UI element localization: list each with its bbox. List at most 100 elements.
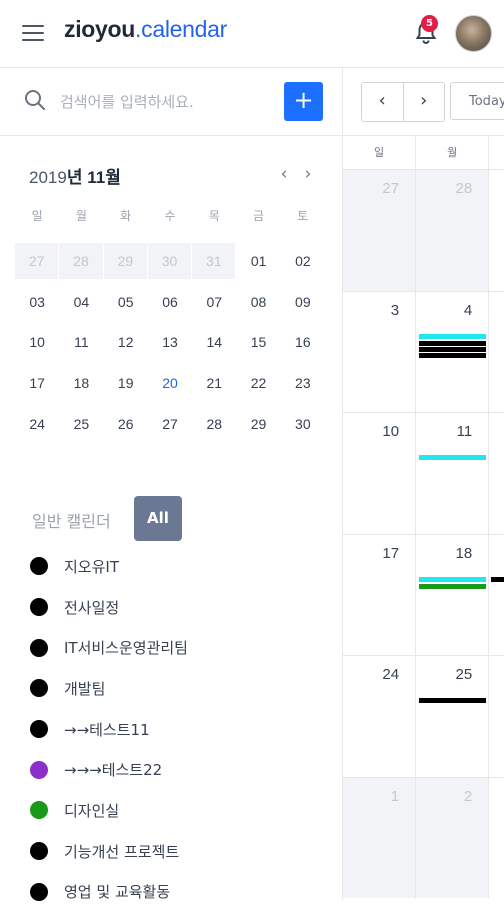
mini-week-row: 24 25 26 27 28 29 30 bbox=[15, 404, 325, 445]
menu-icon[interactable] bbox=[22, 25, 44, 42]
calendar-item[interactable]: 기능개선 프로젝트 bbox=[30, 831, 330, 872]
event-bar[interactable] bbox=[419, 698, 486, 703]
mini-day-prev-month[interactable]: 30 bbox=[148, 243, 191, 279]
search-icon bbox=[24, 89, 46, 111]
mini-day[interactable]: 29 bbox=[236, 404, 280, 445]
calendar-item[interactable]: 개발팀 bbox=[30, 668, 330, 709]
calendar-item[interactable]: IT서비스운영관리팀 bbox=[30, 627, 330, 668]
app-logo[interactable]: zioyou.calendar bbox=[64, 16, 227, 43]
event-bar[interactable] bbox=[419, 334, 486, 339]
calendar-item[interactable]: 영업 및 교육활동 bbox=[30, 872, 330, 912]
day-number: 4 bbox=[464, 302, 472, 319]
event-bar[interactable] bbox=[419, 341, 486, 346]
mini-day[interactable]: 30 bbox=[281, 404, 325, 445]
mini-day[interactable]: 24 bbox=[15, 404, 59, 445]
day-cell[interactable] bbox=[489, 292, 504, 413]
mini-day[interactable]: 11 bbox=[59, 322, 103, 363]
event-bar[interactable] bbox=[491, 577, 504, 582]
calendar-item[interactable]: →→→테스트22 bbox=[30, 749, 330, 790]
avatar[interactable] bbox=[455, 15, 492, 52]
mini-day-prev-month[interactable]: 29 bbox=[104, 243, 147, 279]
calendar-color-dot bbox=[30, 557, 48, 575]
mini-next-month-button[interactable]: › bbox=[298, 164, 318, 184]
day-cell[interactable]: 28 bbox=[416, 170, 489, 291]
calendar-item[interactable]: 디자인실 bbox=[30, 790, 330, 831]
mini-day[interactable]: 02 bbox=[281, 241, 325, 282]
calendar-item[interactable]: 전사일정 bbox=[30, 587, 330, 628]
day-cell[interactable]: 2 bbox=[416, 778, 489, 899]
mini-day[interactable]: 09 bbox=[281, 282, 325, 323]
calendar-item-label: 기능개선 프로젝트 bbox=[64, 841, 179, 862]
all-calendars-button[interactable]: All bbox=[134, 496, 182, 541]
mini-day-prev-month[interactable]: 31 bbox=[192, 243, 235, 279]
mini-day[interactable]: 12 bbox=[104, 322, 148, 363]
today-button[interactable]: Today bbox=[450, 82, 504, 120]
day-number: 18 bbox=[456, 545, 473, 562]
day-cell[interactable]: 18 bbox=[416, 535, 489, 656]
day-cell[interactable]: 17 bbox=[343, 535, 416, 656]
mini-day[interactable]: 05 bbox=[104, 282, 148, 323]
mini-day-today[interactable]: 20 bbox=[148, 363, 192, 404]
day-cell[interactable] bbox=[489, 413, 504, 534]
day-cell[interactable] bbox=[489, 535, 504, 656]
day-cell[interactable]: 11 bbox=[416, 413, 489, 534]
calendar-item[interactable]: 지오유IT bbox=[30, 546, 330, 587]
week-row: 3 4 bbox=[343, 292, 504, 414]
event-bar[interactable] bbox=[419, 455, 486, 460]
day-cell[interactable] bbox=[489, 778, 504, 899]
event-bar[interactable] bbox=[419, 353, 486, 358]
calendar-item[interactable]: →→테스트11 bbox=[30, 709, 330, 750]
mini-day[interactable]: 13 bbox=[148, 322, 192, 363]
mini-day[interactable]: 04 bbox=[59, 282, 103, 323]
add-event-button[interactable]: + bbox=[284, 82, 323, 121]
search-input[interactable] bbox=[58, 88, 262, 116]
mini-day[interactable]: 22 bbox=[236, 363, 280, 404]
mini-day[interactable]: 08 bbox=[236, 282, 280, 323]
day-cell[interactable]: 27 bbox=[343, 170, 416, 291]
mini-day[interactable]: 26 bbox=[104, 404, 148, 445]
weekday-label: 금 bbox=[236, 201, 280, 241]
mini-day-prev-month[interactable]: 28 bbox=[59, 243, 102, 279]
mini-day[interactable]: 28 bbox=[192, 404, 236, 445]
mini-prev-month-button[interactable]: ‹ bbox=[274, 164, 294, 184]
mini-day[interactable]: 15 bbox=[236, 322, 280, 363]
next-month-button[interactable]: › bbox=[404, 83, 445, 121]
day-cell[interactable]: 24 bbox=[343, 656, 416, 777]
day-cell[interactable]: 3 bbox=[343, 292, 416, 413]
mini-day[interactable]: 23 bbox=[281, 363, 325, 404]
day-cell[interactable]: 25 bbox=[416, 656, 489, 777]
mini-day[interactable]: 21 bbox=[192, 363, 236, 404]
mini-day[interactable]: 17 bbox=[15, 363, 59, 404]
day-cell[interactable]: 1 bbox=[343, 778, 416, 899]
event-bar[interactable] bbox=[419, 584, 486, 589]
mini-day[interactable]: 16 bbox=[281, 322, 325, 363]
month-suffix: 월 bbox=[105, 168, 121, 187]
day-cell[interactable]: 4 bbox=[416, 292, 489, 413]
mini-day[interactable]: 07 bbox=[192, 282, 236, 323]
week-row: 24 25 bbox=[343, 656, 504, 778]
mini-day[interactable]: 03 bbox=[15, 282, 59, 323]
mini-day[interactable]: 06 bbox=[148, 282, 192, 323]
day-cell[interactable] bbox=[489, 656, 504, 777]
mini-day[interactable]: 25 bbox=[59, 404, 103, 445]
month-grid: 일 월 27 28 3 4 10 11 bbox=[343, 135, 504, 898]
event-bar[interactable] bbox=[419, 347, 486, 352]
week-row: 1 2 bbox=[343, 778, 504, 899]
month-view: ‹ › Today 일 월 27 28 3 4 10 bbox=[343, 68, 504, 900]
day-cell[interactable] bbox=[489, 170, 504, 291]
mini-day[interactable]: 18 bbox=[59, 363, 103, 404]
prev-month-button[interactable]: ‹ bbox=[362, 83, 404, 121]
event-bar[interactable] bbox=[419, 577, 486, 582]
day-number: 3 bbox=[391, 302, 399, 319]
mini-day-prev-month[interactable]: 27 bbox=[15, 243, 58, 279]
calendar-color-dot bbox=[30, 842, 48, 860]
mini-day[interactable]: 10 bbox=[15, 322, 59, 363]
day-number: 25 bbox=[456, 666, 473, 683]
day-cell[interactable]: 10 bbox=[343, 413, 416, 534]
mini-day[interactable]: 27 bbox=[148, 404, 192, 445]
mini-calendar-year: 2019 bbox=[29, 168, 67, 187]
mini-day[interactable]: 19 bbox=[104, 363, 148, 404]
calendar-item-label: 전사일정 bbox=[64, 597, 119, 618]
mini-day[interactable]: 14 bbox=[192, 322, 236, 363]
mini-day[interactable]: 01 bbox=[236, 241, 280, 282]
